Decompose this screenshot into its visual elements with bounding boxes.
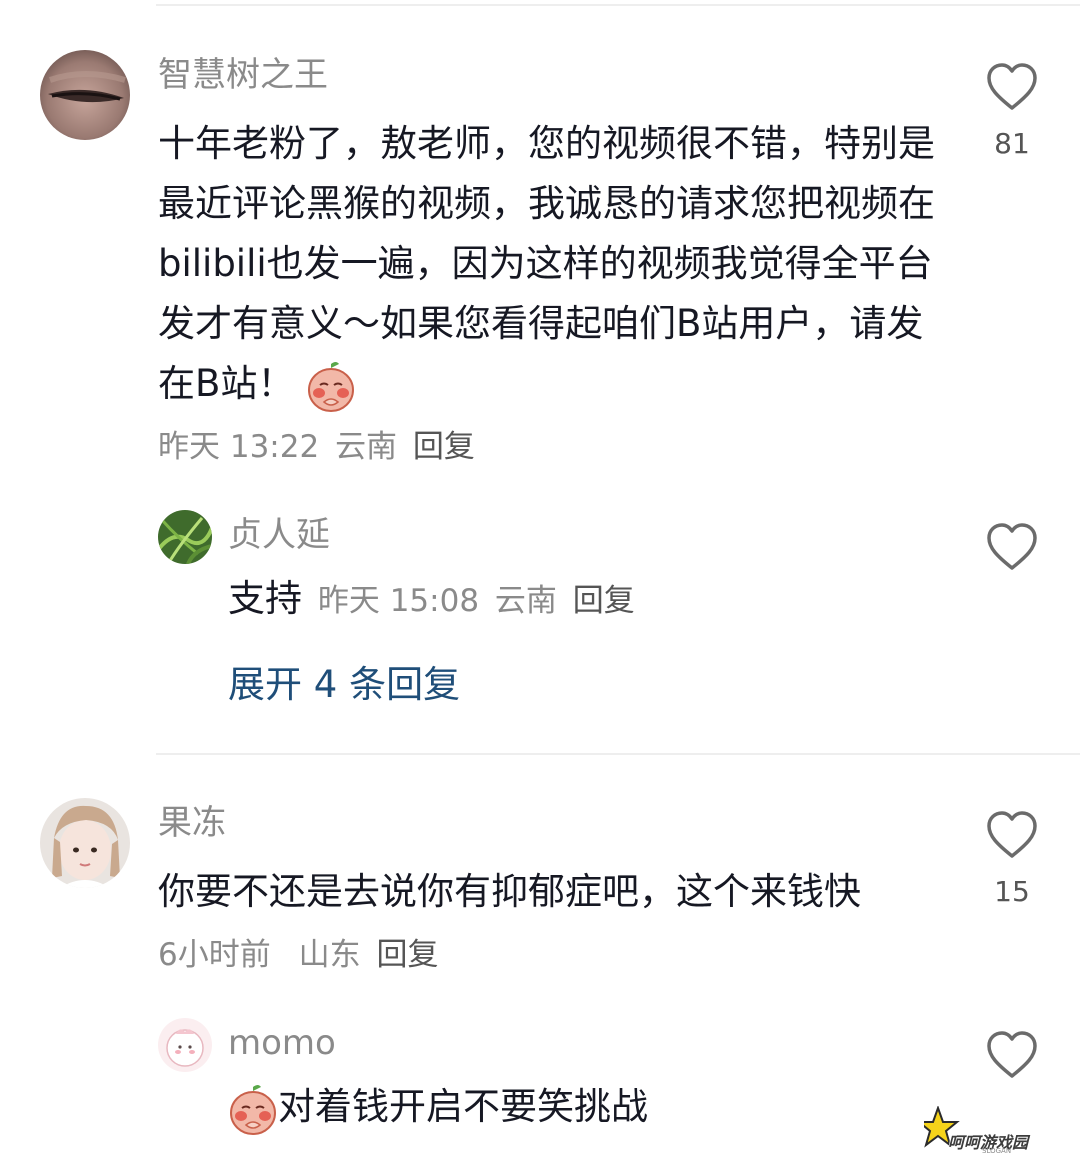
avatar[interactable] [158, 510, 212, 564]
comment-time: 6小时前 [158, 937, 271, 973]
heart-outline-icon[interactable] [985, 522, 1039, 572]
peach-emoji-icon [228, 1083, 278, 1135]
comment-location: 山东 [298, 937, 361, 973]
reply-text-body: 对着钱开启不要笑挑战 [278, 1085, 648, 1128]
comment-meta: 6小时前 山东 回复 [158, 940, 444, 971]
reply-username[interactable]: momo [228, 1026, 336, 1060]
comment-location: 云南 [335, 429, 398, 465]
like-count: 81 [994, 127, 1030, 160]
reply-line: 支持 昨天 15:08 云南 回复 [228, 580, 641, 617]
comment-text: 你要不还是去说你有抑郁症吧，这个来钱快 [158, 870, 861, 913]
avatar[interactable] [158, 1018, 212, 1072]
reply-location: 云南 [494, 583, 557, 619]
expand-replies-button[interactable]: 展开 4 条回复 [228, 666, 460, 703]
reply-text: 对着钱开启不要笑挑战 [228, 1077, 928, 1137]
heart-outline-icon[interactable] [985, 810, 1039, 860]
peach-emoji-icon [306, 360, 356, 412]
comment-username[interactable]: 果冻 [158, 806, 226, 840]
comment-divider [156, 753, 1080, 755]
comment-time: 昨天 13:22 [158, 429, 320, 465]
avatar[interactable] [40, 798, 130, 888]
comment-text: 十年老粉了，敖老师，您的视频很不错，特别是最近评论黑猴的视频，我诚恳的请求您把视… [158, 114, 938, 414]
reply-text: 支持 [228, 577, 302, 620]
comment-username[interactable]: 智慧树之王 [158, 58, 328, 92]
top-divider [156, 4, 1080, 6]
reply-username[interactable]: 贞人延 [228, 518, 330, 552]
like-count: 15 [994, 875, 1030, 908]
comment-text-body: 十年老粉了，敖老师，您的视频很不错，特别是最近评论黑猴的视频，我诚恳的请求您把视… [158, 122, 935, 405]
reply-button[interactable]: 回复 [376, 937, 438, 973]
heart-outline-icon[interactable] [985, 62, 1039, 112]
avatar[interactable] [40, 50, 130, 140]
reply-button[interactable]: 回复 [573, 583, 635, 619]
comment-meta: 昨天 13:22 云南 回复 [158, 432, 481, 463]
watermark-sub: SLOGAN [982, 1147, 1012, 1155]
reply-time: 昨天 15:08 [317, 583, 480, 619]
reply-button[interactable]: 回复 [413, 429, 475, 465]
heart-outline-icon[interactable] [985, 1030, 1039, 1080]
